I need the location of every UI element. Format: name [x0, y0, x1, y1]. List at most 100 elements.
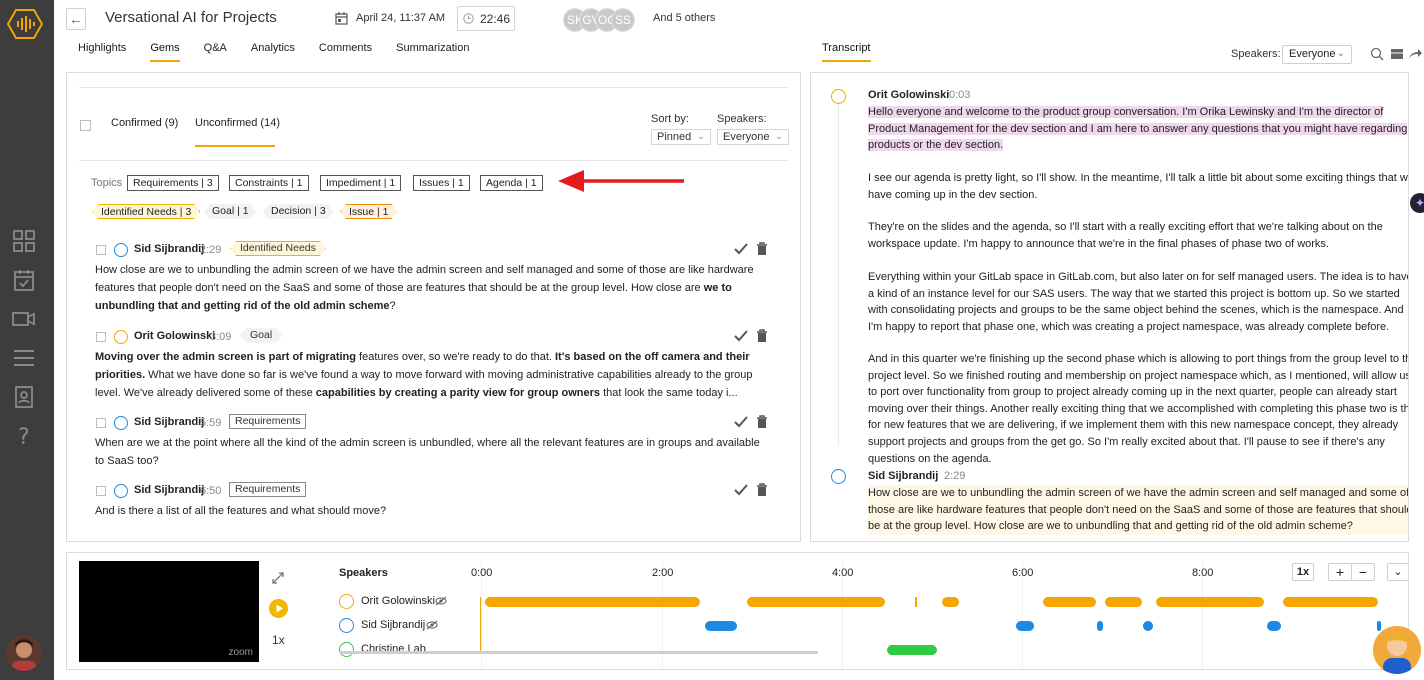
tab-comments[interactable]: Comments	[319, 42, 372, 62]
app-logo-icon[interactable]	[7, 8, 43, 40]
play-button[interactable]	[269, 599, 288, 618]
expand-icon[interactable]	[271, 571, 285, 585]
confirm-check-icon[interactable]	[734, 330, 748, 342]
gem-checkbox[interactable]	[96, 418, 106, 428]
topic-chip-constraints[interactable]: Constraints | 1	[229, 175, 309, 191]
timeline-segment-orit[interactable]	[485, 597, 700, 607]
user-avatar[interactable]	[6, 635, 42, 671]
playback-speed[interactable]: 1x	[272, 633, 285, 647]
tab-analytics[interactable]: Analytics	[251, 42, 295, 62]
transcript-speakers-select[interactable]: Everyone ⌄	[1282, 45, 1352, 64]
gem-tag[interactable]: Identified Needs	[230, 241, 326, 256]
eye-hide-icon[interactable]	[426, 620, 438, 630]
horizontal-scrollbar[interactable]	[340, 651, 818, 654]
zoom-level-button[interactable]: 1x	[1292, 563, 1314, 581]
tag-identified-needs[interactable]: Identified Needs | 3	[92, 204, 200, 219]
tag-decision[interactable]: Decision | 3	[263, 204, 334, 219]
gem-item[interactable]: Sid Sijbrandij 6:50 Requirements And is …	[95, 482, 785, 522]
timeline-segment-orit[interactable]	[1105, 597, 1142, 607]
timeline-segment-orit[interactable]	[747, 597, 885, 607]
transcript-highlight[interactable]: How close are we to unbundling the admin…	[868, 485, 1408, 535]
trash-icon[interactable]	[756, 415, 768, 428]
timeline-segment-orit[interactable]	[915, 597, 917, 607]
timeline-segment-christine[interactable]	[887, 645, 937, 655]
topic-chip-agenda[interactable]: Agenda | 1	[480, 175, 543, 191]
transcript-paragraph[interactable]: They're on the slides and the agenda, so…	[868, 219, 1408, 252]
gem-time[interactable]: 6:50	[200, 485, 221, 497]
transcript-paragraph[interactable]: I see our agenda is pretty light, so I'l…	[868, 170, 1408, 203]
contacts-book-icon[interactable]	[12, 385, 36, 409]
tab-summarization[interactable]: Summarization	[396, 42, 469, 62]
sort-by-value: Pinned	[657, 131, 692, 143]
eye-hide-icon[interactable]	[435, 596, 447, 606]
timeline-segment-sid[interactable]	[705, 621, 737, 631]
confirm-check-icon[interactable]	[734, 243, 748, 255]
topic-chip-impediment[interactable]: Impediment | 1	[320, 175, 402, 191]
transcript-time[interactable]: 2:29	[944, 470, 965, 482]
timeline-segment-orit[interactable]	[1043, 597, 1096, 607]
trash-icon[interactable]	[756, 483, 768, 496]
timeline-segment-sid[interactable]	[1097, 621, 1103, 631]
gems-speakers-select[interactable]: Everyone ⌄	[717, 129, 789, 145]
timeline-segment-orit[interactable]	[1156, 597, 1264, 607]
timeline-segment-sid[interactable]	[1267, 621, 1281, 631]
gem-item[interactable]: Orit Golowinski 3:09 Goal Moving over th…	[95, 328, 785, 404]
transcript-highlight[interactable]: Hello everyone and welcome to the produc…	[868, 104, 1408, 154]
more-participants-text[interactable]: And 5 others	[653, 12, 715, 24]
tag-goal[interactable]: Goal | 1	[204, 204, 257, 219]
transcript-time[interactable]: 0:03	[949, 89, 970, 101]
timeline-segment-orit[interactable]	[942, 597, 959, 607]
tab-highlights[interactable]: Highlights	[78, 42, 126, 62]
tab-qa[interactable]: Q&A	[204, 42, 227, 62]
topic-chip-issues[interactable]: Issues | 1	[413, 175, 470, 191]
confirm-check-icon[interactable]	[734, 416, 748, 428]
participants-avatars[interactable]: SK GV OC SS	[563, 8, 635, 32]
tab-transcript[interactable]: Transcript	[822, 42, 871, 62]
trash-icon[interactable]	[756, 242, 768, 255]
calendar-check-icon[interactable]	[12, 268, 36, 292]
help-question-icon[interactable]: ?	[12, 424, 36, 448]
tab-gems[interactable]: Gems	[150, 42, 180, 62]
gem-checkbox[interactable]	[96, 245, 106, 255]
ai-sparkle-icon[interactable]: ✦	[1410, 193, 1424, 213]
timeline-segment-sid[interactable]	[1377, 621, 1381, 631]
tab-confirmed[interactable]: Confirmed (9)	[111, 117, 178, 129]
video-preview[interactable]: zoom	[79, 561, 259, 662]
gem-tag[interactable]: Goal	[240, 328, 282, 343]
share-icon[interactable]	[1408, 47, 1422, 61]
gem-time[interactable]: 3:09	[210, 331, 231, 343]
transcript-paragraph[interactable]: And in this quarter we're finishing up t…	[868, 351, 1408, 467]
dashboard-grid-icon[interactable]	[12, 229, 36, 253]
assistant-avatar-button[interactable]	[1373, 626, 1421, 674]
layout-icon[interactable]	[1390, 47, 1404, 61]
tag-issue[interactable]: Issue | 1	[340, 204, 398, 219]
trash-icon[interactable]	[756, 329, 768, 342]
select-all-checkbox[interactable]	[80, 120, 91, 131]
gem-checkbox[interactable]	[96, 332, 106, 342]
timeline-playhead[interactable]	[480, 597, 481, 653]
sort-by-select[interactable]: Pinned ⌄	[651, 129, 711, 145]
confirm-check-icon[interactable]	[734, 484, 748, 496]
tab-unconfirmed[interactable]: Unconfirmed (14)	[195, 117, 280, 129]
video-camera-icon[interactable]	[12, 307, 36, 331]
topic-chip-requirements[interactable]: Requirements | 3	[127, 175, 219, 191]
gem-item[interactable]: Sid Sijbrandij 5:59 Requirements When ar…	[95, 414, 785, 470]
gem-time[interactable]: 5:59	[200, 417, 221, 429]
search-icon[interactable]	[1370, 47, 1384, 61]
gem-tag[interactable]: Requirements	[229, 414, 307, 429]
zoom-out-button[interactable]: −	[1351, 563, 1375, 581]
timeline-segment-orit[interactable]	[1283, 597, 1378, 607]
zoom-in-button[interactable]: +	[1328, 563, 1352, 581]
annotation-arrow-icon	[558, 170, 684, 192]
gem-item[interactable]: Sid Sijbrandij 2:29 Identified Needs How…	[95, 241, 785, 317]
gem-tag[interactable]: Requirements	[229, 482, 307, 497]
participant-avatar[interactable]: SS	[611, 8, 635, 32]
timeline-segment-sid[interactable]	[1016, 621, 1034, 631]
collapse-player-button[interactable]: ⌄	[1387, 563, 1408, 581]
gem-time[interactable]: 2:29	[200, 244, 221, 256]
back-button[interactable]: ←	[66, 8, 86, 30]
gem-checkbox[interactable]	[96, 486, 106, 496]
transcript-paragraph[interactable]: Everything within your GitLab space in G…	[868, 269, 1408, 335]
list-lines-icon[interactable]	[12, 346, 36, 370]
timeline-segment-sid[interactable]	[1143, 621, 1153, 631]
